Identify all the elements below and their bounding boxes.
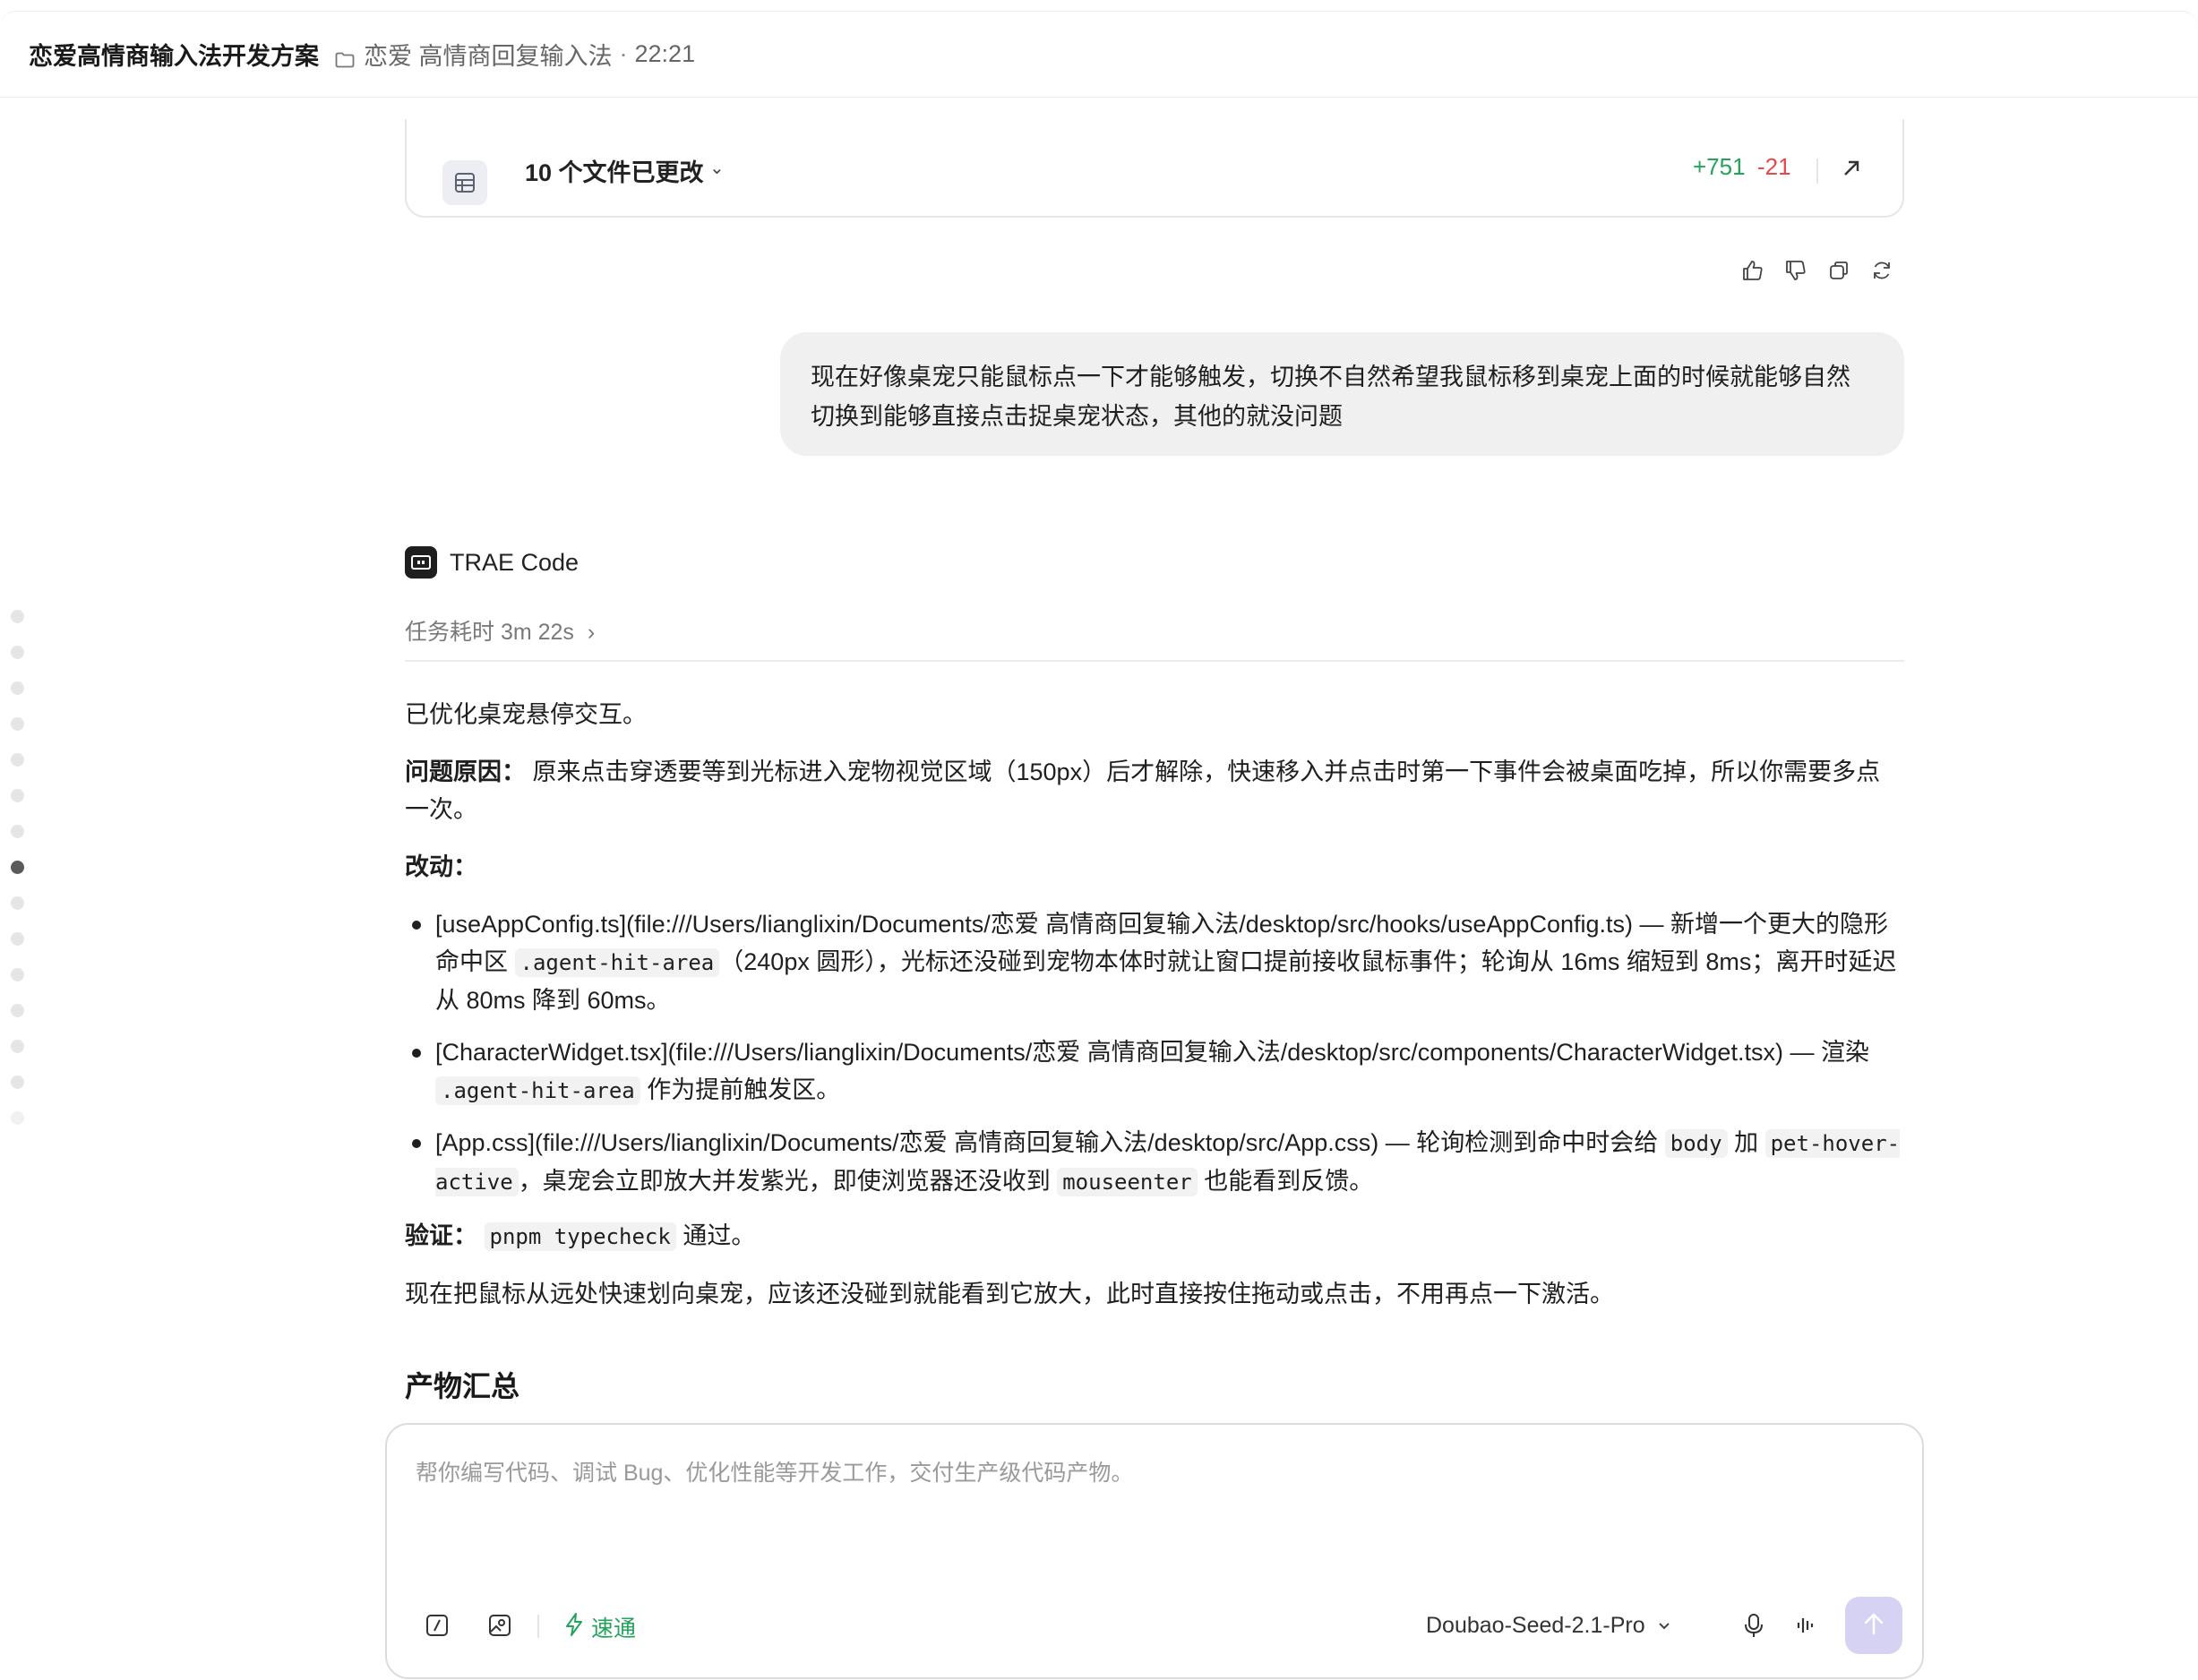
file-list-icon [442,160,487,205]
list-item: [useAppConfig.ts](file:///Users/lianglix… [405,905,1904,1019]
change-text[interactable]: [CharacterWidget.tsx](file:///Users/lian… [435,1039,1869,1066]
message-navigator[interactable] [11,610,25,1147]
change-text: 也能看到反馈。 [1197,1168,1374,1195]
nav-dot[interactable] [11,717,24,731]
list-item: [CharacterWidget.tsx](file:///Users/lian… [405,1033,1904,1110]
speed-mode-toggle[interactable]: 速通 [564,1611,636,1643]
header-separator: · [619,40,628,67]
nav-dot[interactable] [11,932,24,946]
nav-dot[interactable] [11,646,24,659]
nav-dot[interactable] [11,789,24,802]
assistant-name: TRAE Code [450,548,580,576]
nav-dot[interactable] [11,1004,24,1017]
send-button[interactable] [1845,1597,1902,1654]
task-duration[interactable]: 任务耗时 3m 22s › [405,614,595,647]
microphone-icon[interactable] [1738,1609,1770,1641]
chevron-down-icon [1656,1613,1672,1639]
send-arrow-icon [1861,1610,1886,1641]
inline-code: pnpm typecheck [484,1222,676,1251]
divider [405,660,1904,662]
divider [1816,159,1818,184]
change-text: 加 [1727,1129,1765,1156]
trae-logo-icon [405,546,437,579]
problem-cause: 问题原因： 原来点击穿透要等到光标进入宠物视觉区域（150px）后才解除，快速移… [405,753,1904,828]
copy-icon[interactable] [1827,259,1850,282]
feedback-actions [1741,259,1893,282]
toolbar-divider [537,1615,539,1638]
nav-dot-active[interactable] [11,861,24,874]
project-path[interactable]: 恋爱 高情商回复输入法 [364,37,613,72]
nav-dot[interactable] [11,1076,24,1089]
conversation-time: 22:21 [634,40,696,67]
prompt-input[interactable] [416,1455,1885,1563]
verify-label: 验证： [405,1222,477,1249]
expand-arrow-icon[interactable] [1838,155,1865,186]
verify-text: 通过。 [675,1222,756,1249]
thumbs-down-icon[interactable] [1784,259,1807,282]
nav-dot[interactable] [11,825,24,838]
changes-heading: 改动： [405,848,1904,886]
inline-code: body [1664,1129,1728,1158]
model-selector[interactable]: Doubao-Seed-2.1-Pro [1426,1613,1672,1639]
nav-dot[interactable] [11,1040,24,1053]
changed-files-card[interactable]: 10 个文件已更改 ⌄ +751 -21 [405,119,1904,218]
additions-count: +751 [1693,153,1746,180]
voice-wave-icon[interactable] [1790,1609,1822,1641]
change-text: 作为提前触发区。 [640,1076,841,1103]
conversation-header: 恋爱高情商输入法开发方案 恋爱 高情商回复输入法 · 22:21 [0,12,2198,98]
inline-code: .agent-hit-area [435,1076,640,1105]
inline-code: mouseenter [1057,1168,1198,1196]
nav-dot[interactable] [11,753,24,767]
model-name: Doubao-Seed-2.1-Pro [1426,1613,1645,1638]
composer: 速通 Doubao-Seed-2.1-Pro [385,1423,1924,1679]
nav-dot[interactable] [11,681,24,695]
thumbs-up-icon[interactable] [1741,259,1764,282]
speed-mode-label: 速通 [591,1616,637,1641]
folder-icon [335,47,355,67]
changed-files-label[interactable]: 10 个文件已更改 [525,153,704,188]
cause-text: 原来点击穿透要等到光标进入宠物视觉区域（150px）后才解除，快速移入并点击时第… [405,759,1881,823]
response-intro: 已优化桌宠悬停交互。 [405,701,647,728]
changes-list: [useAppConfig.ts](file:///Users/lianglix… [405,905,1904,1201]
chevron-down-icon[interactable]: ⌄ [709,157,725,179]
app-window: 恋爱高情商输入法开发方案 恋爱 高情商回复输入法 · 22:21 10 个文件已… [0,11,2198,1680]
change-text: ，桌宠会立即放大并发紫光，即使浏览器还没收到 [518,1168,1058,1195]
changes-label: 改动： [405,853,477,880]
nav-dot[interactable] [11,610,24,623]
list-item: [App.css](file:///Users/lianglixin/Docum… [405,1124,1904,1201]
task-duration-label: 任务耗时 3m 22s [405,620,574,645]
assistant-header: TRAE Code [405,546,579,579]
refresh-icon[interactable] [1870,259,1893,282]
conversation-title: 恋爱高情商输入法开发方案 [29,43,319,70]
slash-command-icon[interactable] [421,1609,453,1641]
nav-dot[interactable] [11,968,24,981]
chevron-right-icon: › [587,620,596,645]
assistant-response: 已优化桌宠悬停交互。 问题原因： 原来点击穿透要等到光标进入宠物视觉区域（150… [405,696,1904,1333]
nav-dot[interactable] [11,1111,24,1125]
change-text[interactable]: [App.css](file:///Users/lianglixin/Docum… [435,1129,1665,1156]
artifacts-summary-title: 产物汇总 [405,1370,520,1402]
lightning-icon [564,1612,584,1643]
image-upload-icon[interactable] [484,1609,516,1641]
user-message: 现在好像桌宠只能鼠标点一下才能够触发，切换不自然希望我鼠标移到桌宠上面的时候就能… [780,332,1904,456]
closing-note: 现在把鼠标从远处快速划向桌宠，应该还没碰到就能看到它放大，此时直接按住拖动或点击… [405,1281,1614,1307]
deletions-count: -21 [1757,153,1791,180]
verification: 验证： pnpm typecheck 通过。 [405,1217,1904,1256]
cause-label: 问题原因： [405,759,526,785]
inline-code: .agent-hit-area [514,948,720,977]
nav-dot[interactable] [11,896,24,910]
